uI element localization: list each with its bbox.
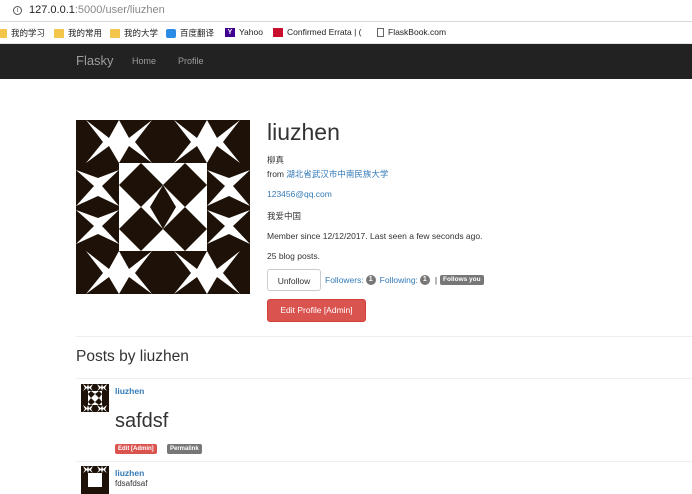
post-author-link[interactable]: liuzhen xyxy=(115,468,144,478)
profile-username: liuzhen xyxy=(267,119,340,145)
follows-you-badge: Follows you xyxy=(440,275,484,285)
nav-home[interactable]: Home xyxy=(132,56,156,66)
yahoo-icon: Y xyxy=(225,27,235,37)
user-avatar xyxy=(76,120,250,294)
separator: | xyxy=(434,275,438,285)
bookmark-item[interactable]: FlaskBook.com xyxy=(377,27,446,37)
bookmark-item[interactable]: 百度翻译 xyxy=(166,27,214,39)
folder-icon xyxy=(110,28,120,38)
profile-member-since: Member since 12/12/2017. Last seen a few… xyxy=(267,231,483,241)
profile-post-count: 25 blog posts. xyxy=(267,251,320,261)
bookmark-item[interactable]: 我的学习 xyxy=(0,27,45,39)
post-permalink-button[interactable]: Permalink xyxy=(167,444,202,454)
edit-profile-admin-button[interactable]: Edit Profile [Admin] xyxy=(267,299,366,322)
info-icon[interactable]: i xyxy=(13,6,22,15)
bookmarks-bar: 我的学习 我的常用 我的大学 百度翻译 Y Yahoo Confirmed Er… xyxy=(0,22,692,44)
bookmark-item[interactable]: 我的大学 xyxy=(110,27,158,39)
bookmark-item[interactable]: Y Yahoo xyxy=(225,27,263,37)
post-author-avatar[interactable] xyxy=(81,466,109,494)
post-body: safdsf xyxy=(115,410,169,432)
following-link[interactable]: Following: xyxy=(380,275,418,285)
profile-email-link[interactable]: 123456@qq.com xyxy=(267,189,332,199)
browser-url-bar[interactable]: i 127.0.0.1:5000/user/liuzhen xyxy=(0,0,692,22)
bookmark-item[interactable]: Confirmed Errata | ( xyxy=(273,27,361,37)
divider xyxy=(76,461,692,462)
following-count-badge: 1 xyxy=(419,275,430,285)
unfollow-button[interactable]: Unfollow xyxy=(267,269,321,291)
page-icon xyxy=(377,27,384,37)
bookmark-item[interactable]: 我的常用 xyxy=(54,27,102,39)
followers-count-badge: 1 xyxy=(365,275,376,285)
profile-name: 柳真 xyxy=(267,155,285,165)
follow-stats: Followers: 1 Following: 1 | Follows you xyxy=(325,275,484,285)
folder-icon xyxy=(0,28,7,38)
followers-link[interactable]: Followers: xyxy=(325,275,364,285)
oreilly-icon xyxy=(273,27,283,37)
divider xyxy=(76,336,692,337)
profile-location: from 湖北省武汉市中南民族大学 xyxy=(267,169,389,179)
baidu-translate-icon xyxy=(166,28,176,38)
nav-profile[interactable]: Profile xyxy=(178,56,204,66)
folder-icon xyxy=(54,28,64,38)
profile-about: 我爱中国 xyxy=(267,211,302,221)
post-body: fdsafdsaf xyxy=(115,479,148,488)
navbar: Flasky Home Profile xyxy=(0,44,692,79)
navbar-brand[interactable]: Flasky xyxy=(76,53,114,68)
post-author-avatar[interactable] xyxy=(81,384,109,412)
location-link[interactable]: 湖北省武汉市中南民族大学 xyxy=(286,169,388,179)
divider xyxy=(76,378,692,379)
posts-heading: Posts by liuzhen xyxy=(76,348,189,365)
url-text[interactable]: 127.0.0.1:5000/user/liuzhen xyxy=(29,4,165,16)
post-author-link[interactable]: liuzhen xyxy=(115,386,144,396)
post-edit-admin-button[interactable]: Edit [Admin] xyxy=(115,444,157,454)
